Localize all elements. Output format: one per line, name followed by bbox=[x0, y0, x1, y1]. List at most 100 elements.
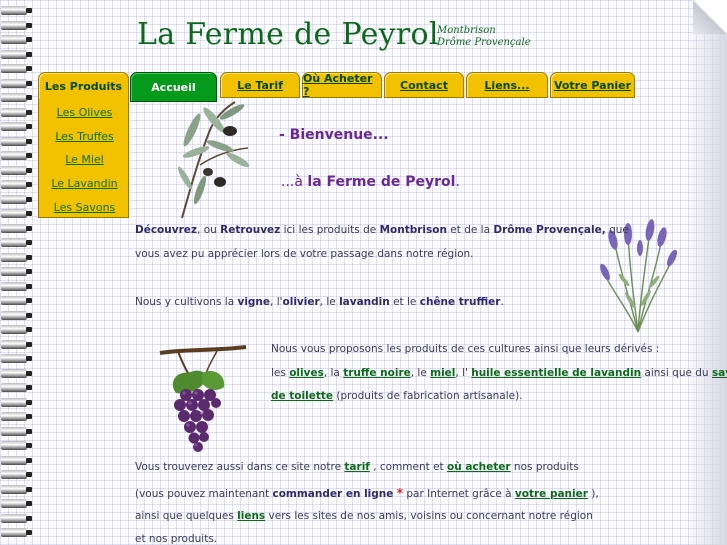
word-drome: Drôme Provençale, bbox=[493, 224, 606, 236]
tab-ou-acheter[interactable]: Où Acheter ? bbox=[302, 72, 382, 98]
link-tarif[interactable]: tarif bbox=[344, 461, 369, 473]
spiral-ring bbox=[1, 20, 32, 30]
sidebar-item-truffes[interactable]: Les Truffes bbox=[39, 130, 130, 143]
link-huile-lavandin[interactable]: huile essentielle de lavandin bbox=[471, 367, 641, 379]
text: par Internet grâce à bbox=[403, 488, 515, 500]
text: ainsi que du bbox=[641, 367, 712, 379]
spiral-ring bbox=[1, 49, 32, 59]
site-subtitle-montbrison: Montbrison bbox=[437, 25, 496, 36]
intro-line-2: vous avez pu apprécier lors de votre pas… bbox=[135, 248, 474, 260]
spiral-ring bbox=[1, 35, 32, 44]
spiral-ring bbox=[1, 267, 32, 276]
tab-label: Votre Panier bbox=[553, 78, 632, 92]
text: , le bbox=[410, 367, 431, 379]
link-savon[interactable]: savon bbox=[712, 367, 727, 379]
products-line-1: Nous vous proposons les produits de ces … bbox=[271, 343, 660, 355]
spiral-ring bbox=[1, 165, 32, 175]
site-info-line-3: ainsi que quelques liens vers les sites … bbox=[135, 510, 593, 522]
spiral-ring bbox=[1, 180, 32, 189]
text: ainsi que quelques bbox=[135, 510, 238, 522]
spiral-ring bbox=[1, 339, 32, 349]
tab-votre-panier[interactable]: Votre Panier bbox=[550, 72, 635, 98]
text: ), bbox=[587, 488, 599, 500]
link-savon-de-toilette[interactable]: de toilette bbox=[271, 390, 333, 402]
tab-label: Accueil bbox=[151, 80, 196, 94]
product-sidebar: Les Olives Les Truffes Le Miel Le Lavand… bbox=[38, 99, 129, 218]
text: Nous y cultivons la bbox=[135, 296, 238, 308]
link-liens[interactable]: liens bbox=[237, 510, 265, 522]
spiral-ring bbox=[1, 151, 32, 160]
tab-contact[interactable]: Contact bbox=[384, 72, 464, 98]
spiral-ring bbox=[1, 223, 32, 233]
lavender-illustration bbox=[600, 219, 677, 333]
paper-edge-shadow bbox=[687, 0, 727, 545]
word-lavandin: lavandin bbox=[339, 296, 390, 308]
spiral-ring bbox=[1, 252, 32, 262]
text: , ou bbox=[197, 224, 221, 236]
site-title: La Ferme de Peyrol bbox=[137, 17, 439, 52]
tab-liens[interactable]: Liens... bbox=[466, 72, 548, 98]
welcome-farm-name: la Ferme de Peyrol bbox=[307, 174, 456, 190]
text: (produits de fabrication artisanale). bbox=[333, 390, 523, 402]
sidebar-item-savons[interactable]: Les Savons bbox=[39, 201, 130, 214]
spiral-ring bbox=[1, 383, 32, 392]
spiral-ring bbox=[1, 412, 32, 421]
spiral-ring bbox=[1, 528, 32, 537]
sidebar-item-lavandin[interactable]: Le Lavandin bbox=[39, 177, 130, 190]
text: nos produits bbox=[510, 461, 579, 473]
tab-le-tarif[interactable]: Le Tarif bbox=[220, 72, 300, 98]
text: (vous pouvez maintenant bbox=[135, 488, 273, 500]
spiral-ring bbox=[1, 441, 32, 450]
text: et le bbox=[389, 296, 420, 308]
word-chene-truffier: chêne truffier bbox=[419, 296, 501, 308]
tab-label: Liens... bbox=[484, 78, 530, 92]
tab-accueil[interactable]: Accueil bbox=[130, 72, 217, 102]
text: que bbox=[605, 224, 629, 236]
text: les bbox=[271, 367, 290, 379]
text: , l' bbox=[455, 367, 472, 379]
text: , l' bbox=[270, 296, 283, 308]
spiral-ring bbox=[1, 238, 32, 247]
link-miel[interactable]: miel bbox=[430, 367, 455, 379]
link-olives[interactable]: olives bbox=[289, 367, 324, 379]
welcome-subheading: ...à la Ferme de Peyrol. bbox=[281, 174, 460, 190]
text: . bbox=[500, 296, 504, 308]
spiral-ring bbox=[1, 64, 32, 73]
link-ou-acheter[interactable]: où acheter bbox=[447, 461, 511, 473]
spiral-ring bbox=[1, 93, 32, 102]
spiral-ring bbox=[1, 209, 32, 218]
spiral-ring bbox=[1, 499, 32, 508]
spiral-binding bbox=[0, 0, 32, 545]
spiral-ring bbox=[1, 122, 32, 131]
welcome-pre: ...à bbox=[281, 174, 308, 190]
sidebar-item-miel[interactable]: Le Miel bbox=[39, 153, 130, 166]
intro-line-1: Découvrez, ou Retrouvez ici les produits… bbox=[135, 224, 629, 236]
word-retrouvez: Retrouvez bbox=[220, 224, 281, 236]
spiral-ring bbox=[1, 470, 32, 479]
spiral-ring bbox=[1, 6, 32, 15]
products-line-2: les olives, la truffe noire, le miel, l'… bbox=[271, 367, 727, 379]
spiral-ring bbox=[1, 455, 32, 465]
text: , le bbox=[319, 296, 340, 308]
page-curl bbox=[693, 0, 727, 34]
welcome-post: . bbox=[455, 174, 460, 190]
tab-les-produits[interactable]: Les Produits bbox=[38, 72, 129, 100]
spiral-ring bbox=[1, 325, 32, 334]
tab-label: Où Acheter ? bbox=[303, 72, 373, 98]
text: et de la bbox=[446, 224, 494, 236]
text: vers les sites de nos amis, voisins ou c… bbox=[265, 510, 593, 522]
link-votre-panier[interactable]: votre panier bbox=[515, 488, 588, 500]
products-line-3: de toilette (produits de fabrication art… bbox=[271, 390, 523, 402]
sidebar-item-olives[interactable]: Les Olives bbox=[39, 106, 130, 119]
tab-label: Le Tarif bbox=[237, 78, 283, 92]
tab-label: Contact bbox=[400, 78, 448, 92]
text: Vous trouverez aussi dans ce site notre bbox=[135, 461, 345, 473]
welcome-heading: - Bienvenue... bbox=[279, 127, 389, 143]
link-truffe-noire[interactable]: truffe noire bbox=[343, 367, 411, 379]
spiral-ring bbox=[1, 513, 32, 523]
site-subtitle-drome: Drôme Provençale bbox=[437, 37, 531, 48]
word-montbrison: Montbrison bbox=[379, 224, 447, 236]
spiral-ring bbox=[1, 194, 32, 204]
text: , comment et bbox=[369, 461, 448, 473]
spiral-ring bbox=[1, 484, 32, 494]
